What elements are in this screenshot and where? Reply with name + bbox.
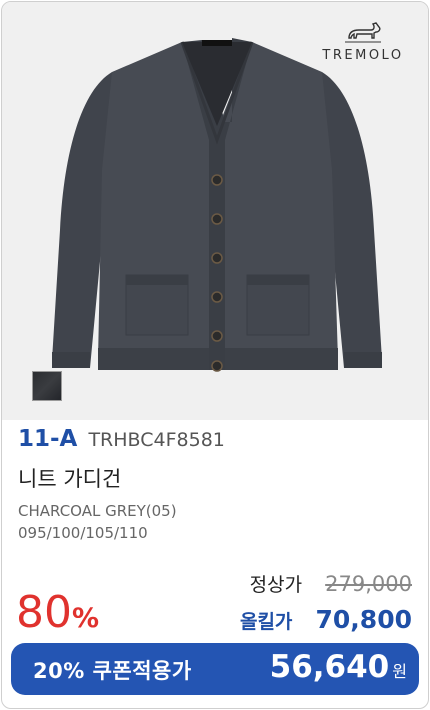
coupon-price: 56,640 원: [270, 649, 407, 685]
color-swatch[interactable]: [32, 371, 62, 401]
cardigan-image: [52, 38, 382, 372]
model-number: 11-A: [18, 426, 78, 452]
brand-logo: TREMOLO: [318, 20, 408, 63]
coupon-label: 20% 쿠폰적용가: [33, 659, 192, 683]
sale-price: 70,800: [315, 605, 412, 634]
product-photo[interactable]: TREMOLO: [2, 2, 428, 420]
dachshund-icon: [345, 22, 381, 43]
regular-price-label: 정상가: [249, 574, 303, 596]
sale-price-row: 올킬가 70,800: [240, 605, 412, 634]
discount-unit: %: [72, 603, 100, 634]
product-color: CHARCOAL GREY(05): [18, 502, 177, 520]
sale-price-label: 올킬가: [239, 611, 293, 633]
product-card[interactable]: TREMOLO 11-A TRHBC4F8581 니트 가디건 CHARCOAL…: [1, 1, 429, 709]
product-id-line: 11-A TRHBC4F8581: [18, 426, 225, 452]
discount-value: 80: [16, 587, 72, 638]
product-name[interactable]: 니트 가디건: [18, 463, 121, 493]
coupon-price-value: 56,640: [269, 649, 390, 685]
product-sizes: 095/100/105/110: [18, 524, 148, 542]
coupon-price-banner[interactable]: 20% 쿠폰적용가 56,640 원: [11, 643, 419, 695]
regular-price: 279,000: [325, 572, 412, 596]
coupon-price-unit: 원: [392, 662, 407, 681]
regular-price-row: 정상가 279,000: [250, 570, 412, 597]
product-code: TRHBC4F8581: [88, 429, 225, 451]
discount-rate: 80%: [16, 587, 99, 638]
brand-name: TREMOLO: [322, 48, 404, 63]
